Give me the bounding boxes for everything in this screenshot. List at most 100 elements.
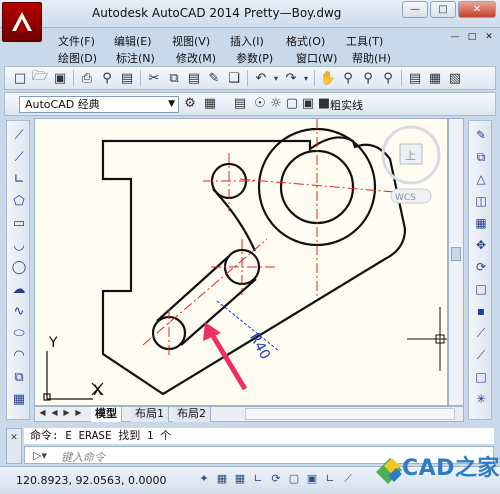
cut-icon[interactable]: ✂ [145, 69, 163, 87]
object-snap-tracking-icon[interactable]: ∟ [322, 472, 338, 488]
design-center-icon[interactable]: ▦ [426, 69, 444, 87]
3d-object-snap-icon[interactable]: ▣ [304, 472, 320, 488]
menu-window[interactable]: 窗口(W) [294, 48, 339, 68]
construction-line-icon[interactable]: ⟋ [9, 147, 29, 167]
make-block-icon[interactable]: ▦ [9, 389, 29, 409]
redo-icon[interactable]: ↷ [282, 69, 300, 87]
tab-layout1[interactable]: 布局1 [131, 407, 169, 422]
trim-icon[interactable]: ⟋ [471, 323, 491, 343]
snap-mode-icon[interactable]: ▦ [214, 472, 230, 488]
ellipse-icon[interactable]: ⬭ [9, 323, 29, 343]
workspace-value: AutoCAD 经典 [25, 98, 100, 111]
command-window-close-icon[interactable]: ✕ [6, 428, 22, 464]
offset-icon[interactable]: ◫ [471, 191, 491, 211]
infer-constraints-icon[interactable]: ✦ [196, 472, 212, 488]
coordinate-readout[interactable]: 120.8923, 92.0563, 0.0000 [16, 474, 166, 487]
rectangle-icon[interactable]: ▭ [9, 213, 29, 233]
ellipse-arc-icon[interactable]: ◠ [9, 345, 29, 365]
save-icon[interactable]: ▣ [51, 69, 69, 87]
line-icon[interactable]: ⟋ [9, 125, 29, 145]
workspace-settings-icon[interactable]: ⚙ [181, 96, 199, 114]
app-title: Autodesk AutoCAD 2014 [92, 6, 240, 20]
print-icon[interactable]: ⎙ [78, 69, 96, 87]
horizontal-scrollbar[interactable] [245, 408, 455, 420]
maximize-button[interactable]: □ [430, 1, 456, 18]
scale-icon[interactable]: □ [471, 279, 491, 299]
menu-help[interactable]: 帮助(H) [350, 48, 393, 68]
publish-icon[interactable]: ▤ [118, 69, 136, 87]
rotate-icon[interactable]: ⟳ [471, 257, 491, 277]
dimension-text[interactable]: R40 [246, 330, 273, 362]
array-icon[interactable]: ▦ [471, 213, 491, 233]
tool-palettes-icon[interactable]: ▧ [446, 69, 464, 87]
minimize-button[interactable]: — [402, 1, 428, 18]
menu-draw[interactable]: 绘图(D) [56, 48, 99, 68]
undo-icon[interactable]: ↶ [252, 69, 270, 87]
tab-layout2[interactable]: 布局2 [173, 407, 211, 422]
tab-next-icon[interactable]: ▶ [61, 408, 72, 421]
command-prompt-icon[interactable]: ▷▾ [33, 449, 47, 462]
block-editor-icon[interactable]: ❏ [225, 69, 243, 87]
close-button[interactable]: ✕ [458, 1, 496, 18]
application-menu-button[interactable] [2, 2, 42, 42]
part-outline[interactable] [101, 136, 407, 396]
tab-last-icon[interactable]: ▶ [73, 408, 84, 421]
insert-block-icon[interactable]: ⧉ [9, 367, 29, 387]
zoom-realtime-icon[interactable]: ⚲ [339, 69, 357, 87]
toolbar-divider [140, 70, 141, 86]
tab-first-icon[interactable]: ◀ [37, 408, 48, 421]
vertical-scrollbar[interactable] [448, 118, 464, 406]
erase-icon[interactable]: ✎ [471, 125, 491, 145]
menu-parametric[interactable]: 参数(P) [234, 48, 275, 68]
undo-dropdown-icon[interactable]: ▾ [272, 69, 280, 87]
tab-model[interactable]: 模型 [91, 407, 122, 422]
zoom-window-icon[interactable]: ⚲ [359, 69, 377, 87]
extend-icon[interactable]: ⟋ [471, 345, 491, 365]
toolbar-divider [314, 70, 315, 86]
match-properties-icon[interactable]: ✎ [205, 69, 223, 87]
drawing-canvas[interactable]: R40 Y X 上 WCS [34, 118, 448, 406]
stretch-icon[interactable]: ▪ [471, 301, 491, 321]
mirror-icon[interactable]: △ [471, 169, 491, 189]
open-folder-icon[interactable]: 🗁 [31, 69, 49, 87]
menu-dimension[interactable]: 标注(N) [114, 48, 157, 68]
polyline-icon[interactable]: ∟ [9, 169, 29, 189]
object-snap-icon[interactable]: ▢ [286, 472, 302, 488]
copy-object-icon[interactable]: ⧉ [471, 147, 491, 167]
ortho-mode-icon[interactable]: ∟ [250, 472, 266, 488]
revision-cloud-icon[interactable]: ☁ [9, 279, 29, 299]
layer-properties-icon[interactable]: ▤ [231, 96, 249, 114]
grid-display-icon[interactable]: ▦ [232, 472, 248, 488]
circle-icon[interactable]: ◯ [9, 257, 29, 277]
doc-minimize-button[interactable]: — [448, 32, 462, 44]
arc-icon[interactable]: ◡ [9, 235, 29, 255]
break-icon[interactable]: □ [471, 367, 491, 387]
viewcube-face-label[interactable]: 上 [405, 149, 416, 162]
doc-close-button[interactable]: ✕ [482, 32, 496, 44]
workspace-select[interactable]: AutoCAD 经典 ▼ [19, 96, 179, 113]
print-preview-icon[interactable]: ⚲ [98, 69, 116, 87]
pan-icon[interactable]: ✋ [319, 69, 337, 87]
spline-icon[interactable]: ∿ [9, 301, 29, 321]
menu-bar: 文件(F) 编辑(E) 视图(V) 插入(I) 格式(O) 工具(T) 绘图(D… [44, 28, 454, 65]
tab-prev-icon[interactable]: ◀ [49, 408, 60, 421]
properties-icon[interactable]: ▤ [406, 69, 424, 87]
move-icon[interactable]: ✥ [471, 235, 491, 255]
doc-restore-button[interactable]: □ [465, 32, 479, 44]
zoom-previous-icon[interactable]: ⚲ [379, 69, 397, 87]
title-bar: Autodesk AutoCAD 2014 Pretty—Boy.dwg — □… [0, 0, 500, 28]
workspace-save-icon[interactable]: ▦ [201, 96, 219, 114]
new-file-icon[interactable]: □ [11, 69, 29, 87]
scrollbar-thumb[interactable] [451, 247, 461, 261]
polar-tracking-icon[interactable]: ⟳ [268, 472, 284, 488]
paste-icon[interactable]: ▤ [185, 69, 203, 87]
dynamic-ucs-icon[interactable]: ⟋ [340, 472, 356, 488]
chevron-down-icon: ▼ [168, 99, 175, 109]
polygon-icon[interactable]: ⬠ [9, 191, 29, 211]
current-layer-name[interactable]: 粗实线 [330, 97, 363, 113]
copy-icon[interactable]: ⧉ [165, 69, 183, 87]
explode-icon[interactable]: ✳ [471, 389, 491, 409]
menu-modify[interactable]: 修改(M) [174, 48, 218, 68]
wcs-label[interactable]: WCS [395, 193, 416, 203]
redo-dropdown-icon[interactable]: ▾ [302, 69, 310, 87]
